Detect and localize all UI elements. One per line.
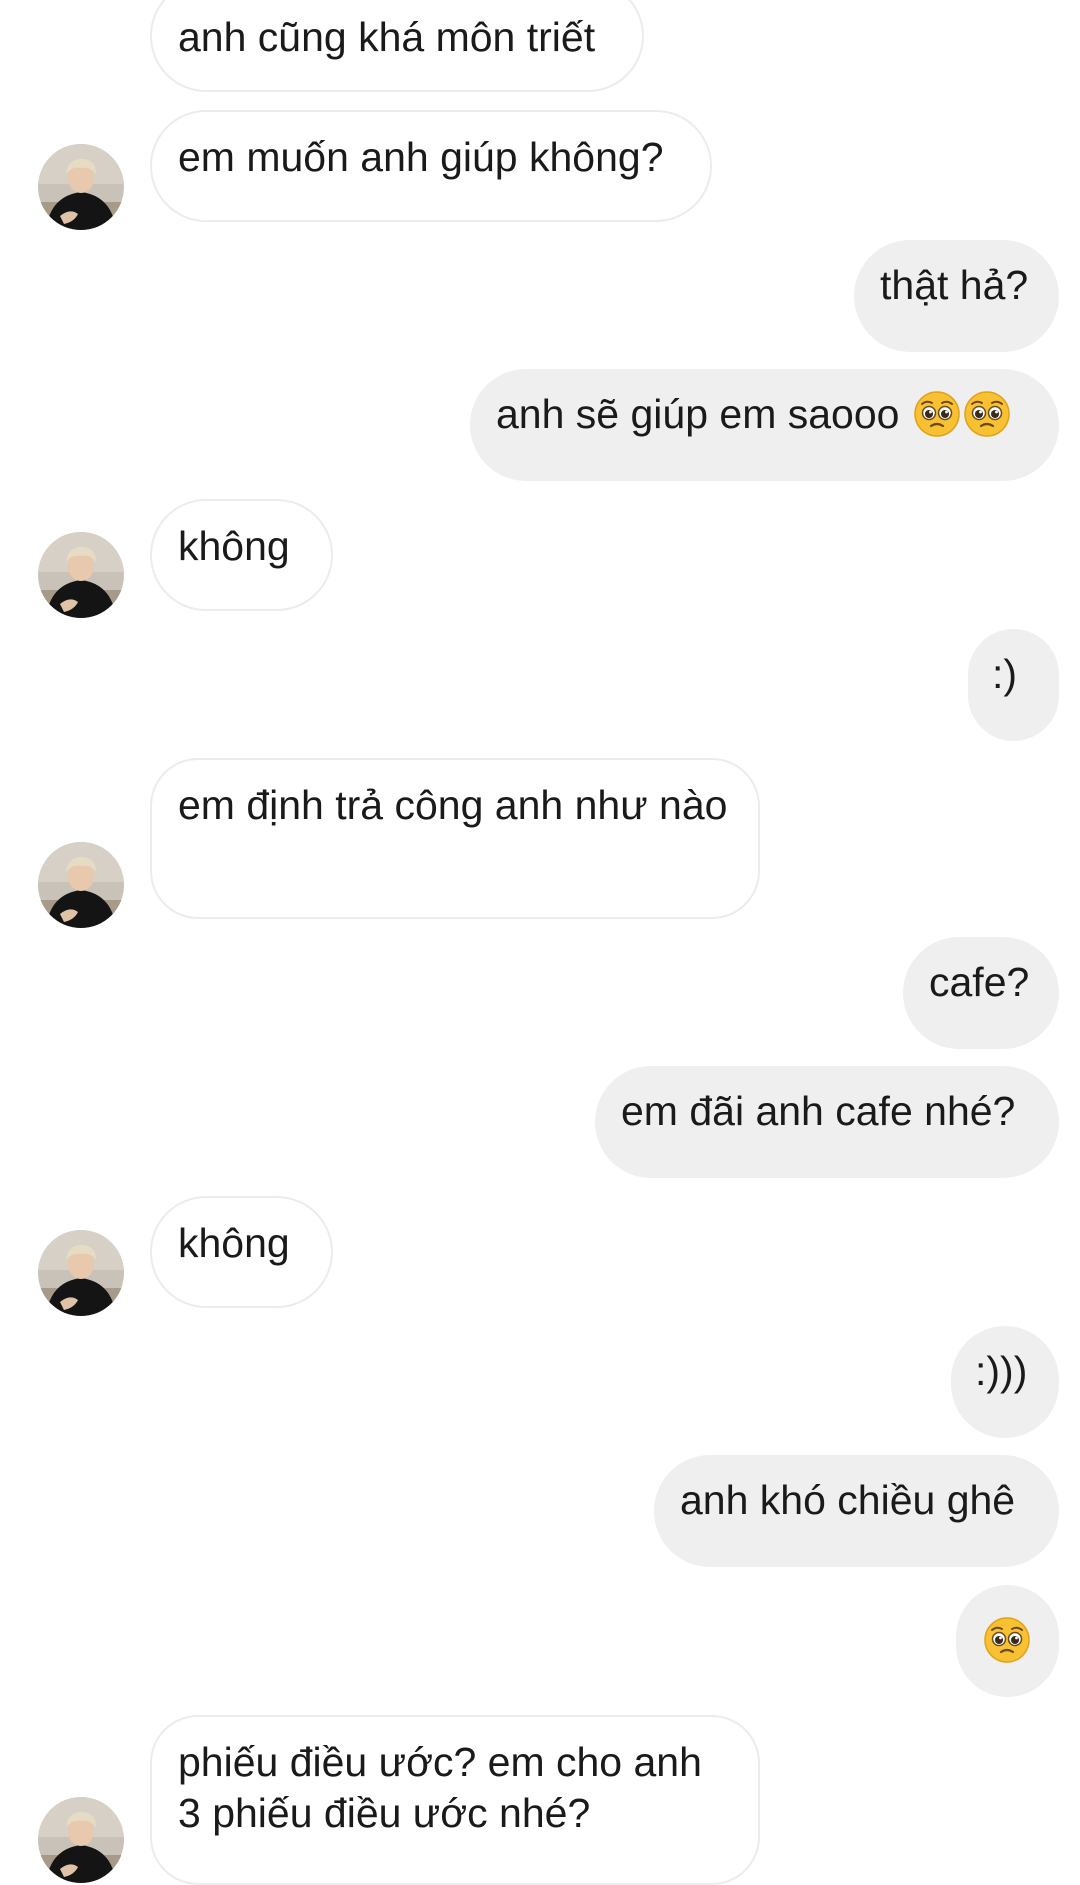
message-text: :) [992, 651, 1018, 697]
incoming-message[interactable]: anh cũng khá môn triết [150, 0, 644, 92]
incoming-message[interactable]: em muốn anh giúp không? [150, 110, 712, 222]
outgoing-message[interactable]: anh khó chiều ghê [654, 1455, 1059, 1567]
message-text: anh khó chiều ghê [680, 1477, 1016, 1523]
avatar[interactable] [38, 144, 124, 230]
message-text: em định trả công anh như nào [178, 782, 728, 828]
outgoing-message[interactable]: em đãi anh cafe nhé? [595, 1066, 1059, 1178]
pleading-face-emoji [913, 390, 961, 438]
outgoing-message[interactable]: :) [968, 629, 1059, 741]
pleading-face-emoji [963, 390, 1011, 438]
message-text: không [178, 1220, 290, 1266]
message-text: không [178, 523, 290, 569]
message-text: anh sẽ giúp em saooo [496, 391, 900, 437]
message-text: em muốn anh giúp không? [178, 134, 664, 180]
pleading-face-emoji [983, 1616, 1031, 1664]
incoming-message[interactable]: không [150, 499, 333, 611]
message-text: phiếu điều ước? em cho anh 3 phiếu điều … [178, 1739, 702, 1836]
incoming-message[interactable]: phiếu điều ước? em cho anh 3 phiếu điều … [150, 1715, 760, 1885]
avatar[interactable] [38, 1230, 124, 1316]
outgoing-message[interactable]: anh sẽ giúp em saooo [470, 369, 1059, 481]
outgoing-message[interactable]: :))) [951, 1326, 1059, 1438]
message-text: em đãi anh cafe nhé? [621, 1088, 1016, 1134]
avatar[interactable] [38, 842, 124, 928]
message-text: thật hả? [880, 262, 1029, 308]
message-text: anh cũng khá môn triết [178, 14, 596, 60]
incoming-message[interactable]: không [150, 1196, 333, 1308]
avatar[interactable] [38, 1797, 124, 1883]
outgoing-message[interactable] [956, 1585, 1059, 1697]
outgoing-message[interactable]: cafe? [903, 937, 1059, 1049]
message-text: :))) [975, 1348, 1028, 1394]
incoming-message[interactable]: em định trả công anh như nào [150, 758, 760, 919]
message-text: cafe? [929, 959, 1030, 1005]
avatar[interactable] [38, 532, 124, 618]
outgoing-message[interactable]: thật hả? [854, 240, 1059, 352]
